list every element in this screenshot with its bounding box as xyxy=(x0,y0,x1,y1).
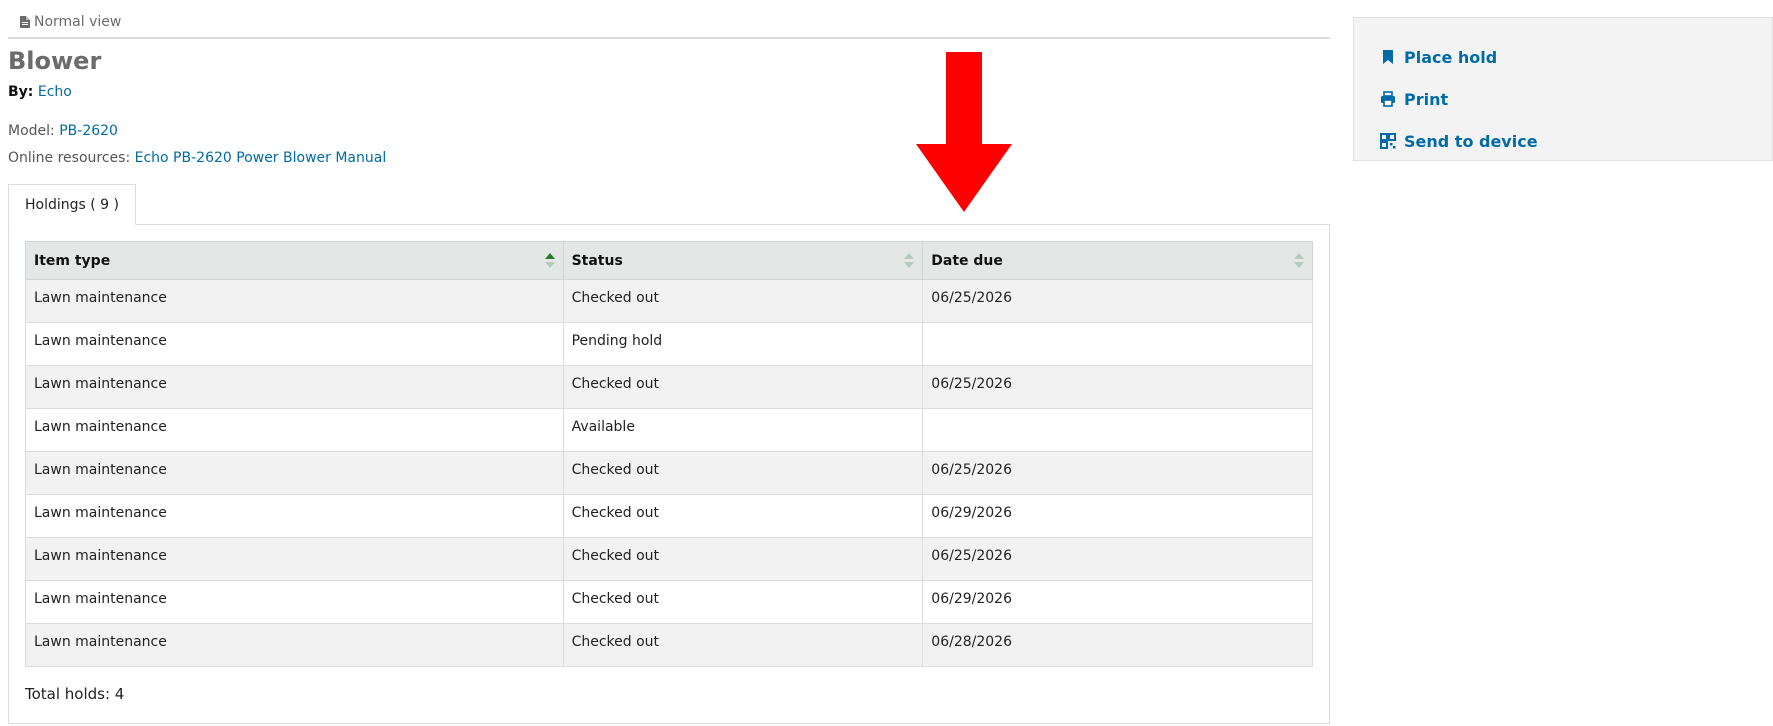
model-row: Model: PB-2620 xyxy=(8,118,1330,145)
bookmark-icon xyxy=(1383,50,1393,64)
cell-item-type: Lawn maintenance xyxy=(25,494,564,538)
cell-date-due: 06/25/2026 xyxy=(922,279,1313,323)
table-row: Lawn maintenance Checked out 06/25/2026 xyxy=(25,537,1313,581)
total-holds: Total holds: 4 xyxy=(25,685,125,703)
cell-status: Checked out xyxy=(562,494,924,538)
table-row: Lawn maintenance Checked out 06/28/2026 xyxy=(25,623,1313,667)
table-row: Lawn maintenance Pending hold xyxy=(25,322,1313,366)
table-header-row: Item type Status Date due xyxy=(25,241,1313,280)
table-row: Lawn maintenance Checked out 06/25/2026 xyxy=(25,365,1313,409)
normal-view-link[interactable]: Normal view xyxy=(20,14,121,30)
holdings-table: Item type Status Date due Lawn maintenan xyxy=(25,241,1313,667)
actions-sidebar: Place hold Print Send to device xyxy=(1353,17,1773,161)
cell-status: Checked out xyxy=(562,279,924,323)
header-item-type[interactable]: Item type xyxy=(25,241,564,280)
table-row: Lawn maintenance Checked out 06/25/2026 xyxy=(25,451,1313,495)
cell-item-type: Lawn maintenance xyxy=(25,451,564,495)
sort-icon xyxy=(904,253,915,269)
view-toggle-bar: Normal view xyxy=(8,0,1330,39)
online-resources-row: Online resources: Echo PB-2620 Power Blo… xyxy=(8,145,1330,172)
author-link[interactable]: Echo xyxy=(38,84,72,100)
cell-status: Pending hold xyxy=(562,322,924,366)
cell-status: Checked out xyxy=(562,580,924,624)
cell-item-type: Lawn maintenance xyxy=(25,279,564,323)
cell-item-type: Lawn maintenance xyxy=(25,322,564,366)
cell-item-type: Lawn maintenance xyxy=(25,408,564,452)
cell-status: Checked out xyxy=(562,623,924,667)
tab-holdings[interactable]: Holdings ( 9 ) xyxy=(8,184,136,225)
printer-icon xyxy=(1381,91,1395,107)
send-to-device-button[interactable]: Send to device xyxy=(1380,120,1746,162)
by-label: By: xyxy=(8,84,34,100)
cell-status: Checked out xyxy=(562,537,924,581)
model-link[interactable]: PB-2620 xyxy=(59,123,118,139)
cell-item-type: Lawn maintenance xyxy=(25,537,564,581)
cell-date-due: 06/25/2026 xyxy=(922,537,1313,581)
qr-code-icon xyxy=(1380,133,1396,149)
byline: By: Echo xyxy=(8,84,1330,100)
cell-item-type: Lawn maintenance xyxy=(25,623,564,667)
normal-view-label: Normal view xyxy=(34,13,122,30)
cell-date-due xyxy=(922,408,1313,452)
cell-item-type: Lawn maintenance xyxy=(25,365,564,409)
record-meta: Model: PB-2620 Online resources: Echo PB… xyxy=(8,118,1330,172)
sort-icon xyxy=(544,253,555,269)
table-row: Lawn maintenance Available xyxy=(25,408,1313,452)
cell-date-due xyxy=(922,322,1313,366)
header-date-due-label: Date due xyxy=(931,252,1003,269)
table-row: Lawn maintenance Checked out 06/25/2026 xyxy=(25,279,1313,323)
cell-date-due: 06/25/2026 xyxy=(922,451,1313,495)
online-resources-link[interactable]: Echo PB-2620 Power Blower Manual xyxy=(135,150,387,166)
print-button[interactable]: Print xyxy=(1380,78,1746,120)
header-status-label: Status xyxy=(571,252,623,269)
cell-date-due: 06/29/2026 xyxy=(922,580,1313,624)
cell-item-type: Lawn maintenance xyxy=(25,580,564,624)
holdings-panel: Item type Status Date due Lawn maintenan xyxy=(8,224,1330,724)
header-status[interactable]: Status xyxy=(562,241,924,280)
down-arrow-icon xyxy=(916,52,1012,212)
send-to-device-label: Send to device xyxy=(1404,131,1538,151)
cell-status: Checked out xyxy=(562,365,924,409)
cell-date-due: 06/25/2026 xyxy=(922,365,1313,409)
cell-date-due: 06/29/2026 xyxy=(922,494,1313,538)
cell-status-available: Available xyxy=(562,408,924,452)
tab-bar: Holdings ( 9 ) xyxy=(8,184,1330,225)
table-row: Lawn maintenance Checked out 06/29/2026 xyxy=(25,580,1313,624)
print-label: Print xyxy=(1404,89,1449,109)
record-title: Blower xyxy=(8,47,102,75)
table-row: Lawn maintenance Checked out 06/29/2026 xyxy=(25,494,1313,538)
place-hold-button[interactable]: Place hold xyxy=(1380,36,1746,78)
cell-status: Checked out xyxy=(562,451,924,495)
online-resources-label: Online resources: xyxy=(8,150,131,166)
header-item-type-label: Item type xyxy=(34,252,111,269)
header-date-due[interactable]: Date due xyxy=(922,241,1313,280)
model-label: Model: xyxy=(8,123,55,139)
main-content: Normal view Blower By: Echo Model: PB-26… xyxy=(8,0,1330,724)
sort-icon xyxy=(1294,253,1304,269)
place-hold-label: Place hold xyxy=(1404,47,1498,67)
cell-date-due: 06/28/2026 xyxy=(922,623,1313,667)
document-icon xyxy=(20,15,30,28)
